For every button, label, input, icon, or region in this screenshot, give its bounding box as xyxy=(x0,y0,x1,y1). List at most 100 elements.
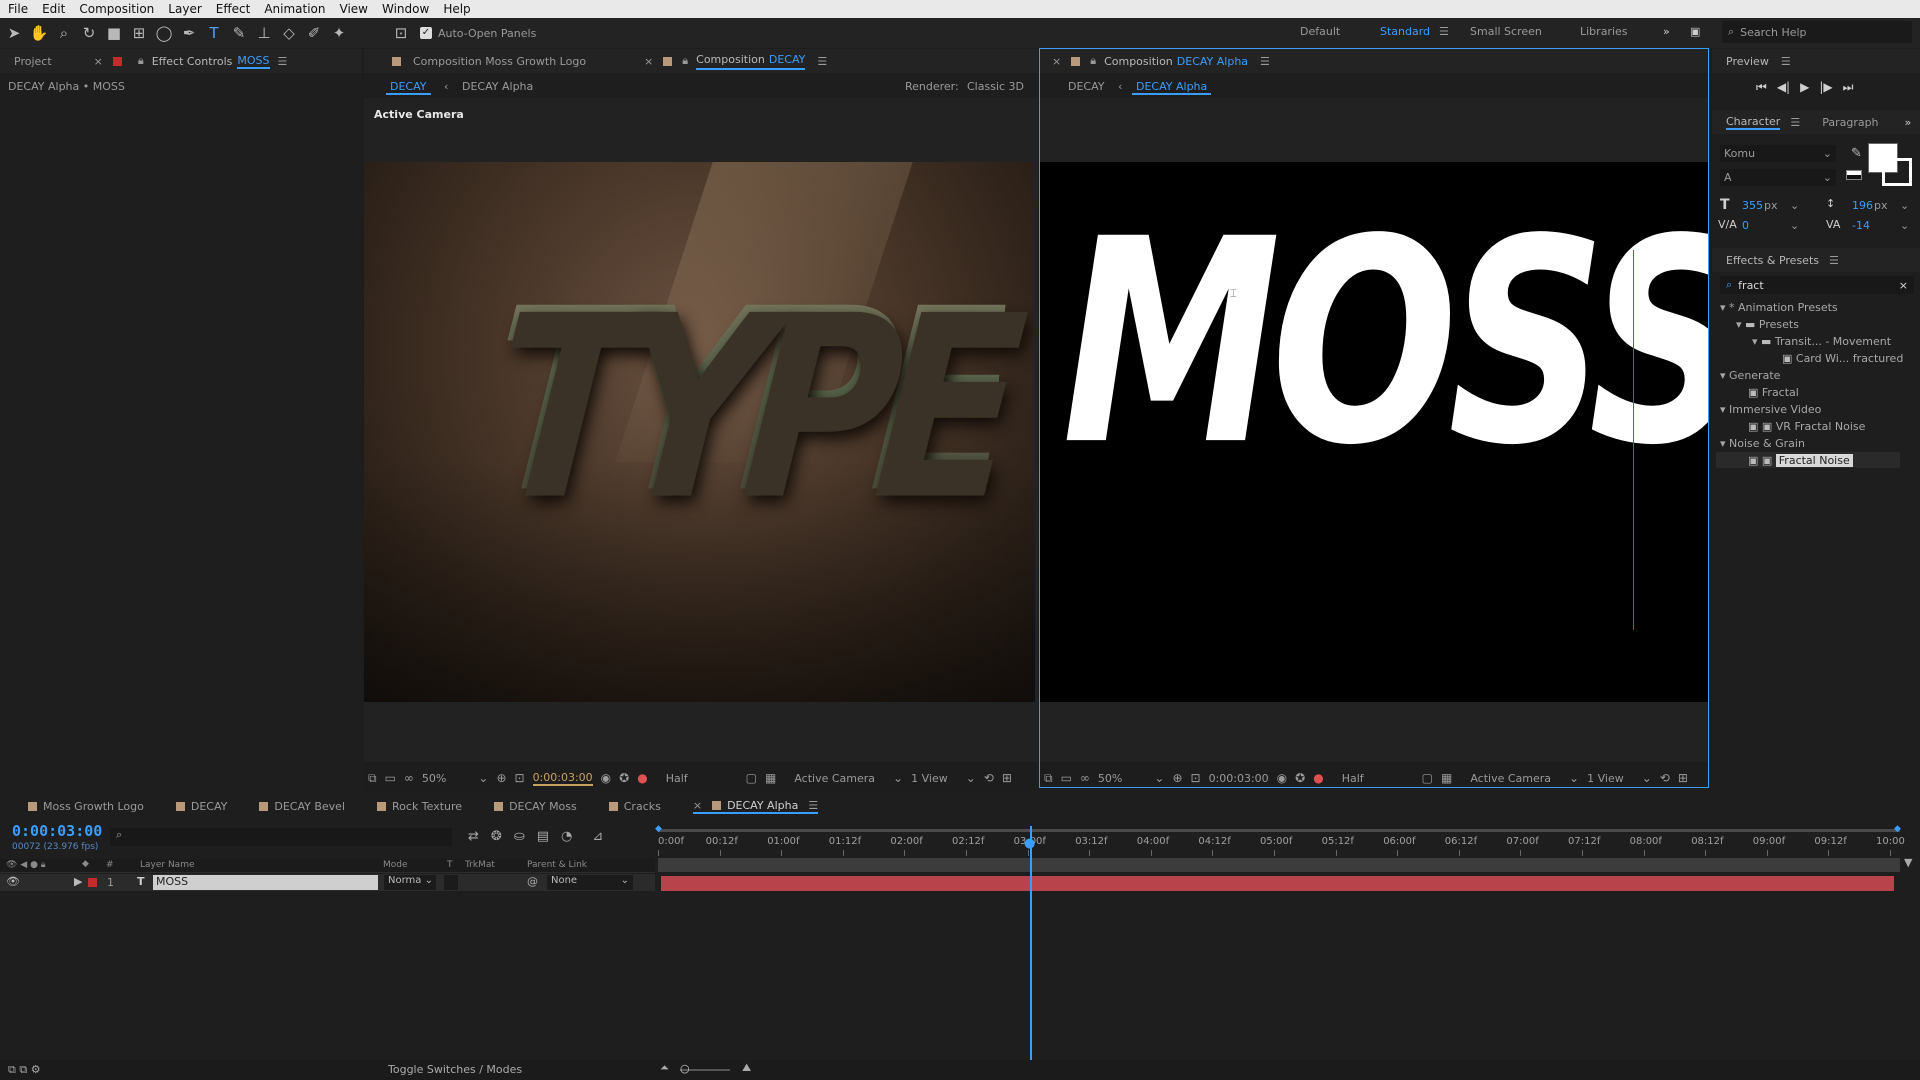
current-time[interactable]: 0:00:03:00 xyxy=(1209,772,1269,785)
fit-icon[interactable]: ⊕ xyxy=(1172,771,1182,785)
frame-blending-icon[interactable]: ▤ xyxy=(537,829,549,844)
comp2-viewer[interactable]: MOSS ⌶ xyxy=(1040,98,1708,762)
menu-edit[interactable]: Edit xyxy=(42,2,65,16)
hand-tool-icon[interactable]: ✋ xyxy=(28,22,50,44)
timeline-tab-decay-moss[interactable]: DECAY Moss xyxy=(494,800,577,813)
tree-transit-movement[interactable]: ▾ ▬ Transit... - Movement xyxy=(1752,335,1891,348)
tree-noise-grain[interactable]: ▾ Noise & Grain xyxy=(1720,437,1805,450)
timeline-tab-decay-alpha[interactable]: × DECAY Alpha ☰ xyxy=(692,799,819,814)
camera-tool-icon[interactable]: ■ xyxy=(103,22,125,44)
tree-animation-presets[interactable]: ▾ * Animation Presets xyxy=(1720,301,1838,314)
tree-immersive-video[interactable]: ▾ Immersive Video xyxy=(1720,403,1821,416)
timeline-search-field[interactable]: ⌕ xyxy=(110,828,452,846)
chevron-down-icon[interactable]: ⌄ xyxy=(1642,771,1652,785)
clone-stamp-tool-icon[interactable]: ⊥ xyxy=(253,22,275,44)
menu-view[interactable]: View xyxy=(340,2,368,16)
show-snapshot-icon[interactable]: ✪ xyxy=(619,771,629,785)
chevron-right-icon[interactable]: » xyxy=(1905,116,1912,129)
fit-icon[interactable]: ⊕ xyxy=(496,771,506,785)
workspace-small-screen[interactable]: Small Screen xyxy=(1470,25,1542,38)
checkbox-icon[interactable]: ✓ xyxy=(420,27,432,39)
breadcrumb-decay-alpha[interactable]: DECAY Alpha xyxy=(462,80,533,93)
selection-tool-icon[interactable]: ➤ xyxy=(3,22,25,44)
region-icon[interactable]: ▢ xyxy=(1422,771,1433,785)
tab-comp-moss-growth-logo[interactable]: Composition Moss Growth Logo xyxy=(413,55,586,68)
monitor-icon[interactable]: ▭ xyxy=(1061,771,1072,785)
chevron-right-icon[interactable]: » xyxy=(1663,25,1670,38)
resolution-select[interactable]: Half xyxy=(666,772,688,785)
tab-comp-decay[interactable]: Composition DECAY xyxy=(696,53,806,70)
menu-file[interactable]: File xyxy=(8,2,28,16)
graph-editor-icon[interactable]: ⊿ xyxy=(592,829,603,844)
current-time[interactable]: 0:00:03:00 xyxy=(532,771,593,786)
snapshot-icon[interactable]: ◉ xyxy=(1277,771,1287,785)
reset-exposure-icon[interactable]: ⟲ xyxy=(984,771,994,785)
timeline-end-handle-icon[interactable]: ▼ xyxy=(1904,856,1912,869)
last-frame-icon[interactable]: ⏭ xyxy=(1843,80,1854,95)
previous-frame-icon[interactable]: ◀︎| xyxy=(1777,80,1790,95)
font-size-value[interactable]: 355 xyxy=(1742,199,1763,212)
menu-help[interactable]: Help xyxy=(443,2,470,16)
tracking-value[interactable]: -14 xyxy=(1852,219,1870,232)
tree-fractal[interactable]: ▣ Fractal xyxy=(1748,386,1799,399)
region-icon[interactable]: ▢ xyxy=(746,771,757,785)
expand-arrow-icon[interactable]: ▶︎ xyxy=(74,875,82,888)
current-time-indicator[interactable] xyxy=(1030,826,1032,1060)
playhead-icon[interactable]: ● xyxy=(1024,836,1035,851)
chevron-down-icon[interactable]: ⌄ xyxy=(893,771,903,785)
timeline-timecode[interactable]: 0:00:03:00 xyxy=(12,822,102,840)
search-help-field[interactable]: ⌕ Search Help xyxy=(1722,21,1912,43)
panel-menu-icon[interactable]: ☰ xyxy=(1260,55,1270,68)
pickwhip-icon[interactable]: @ xyxy=(527,875,538,888)
tab-project[interactable]: Project xyxy=(14,55,52,68)
type-tool-icon[interactable]: T xyxy=(203,22,225,44)
menu-window[interactable]: Window xyxy=(382,2,429,16)
preserve-transparency-toggle[interactable] xyxy=(444,875,458,890)
snapshot-icon[interactable]: ◉ xyxy=(601,771,611,785)
tab-paragraph[interactable]: Paragraph xyxy=(1822,116,1878,129)
close-icon[interactable]: × xyxy=(693,799,702,812)
stroke-color-swatch[interactable] xyxy=(1882,158,1912,186)
eraser-tool-icon[interactable]: ◇ xyxy=(278,22,300,44)
tab-comp-decay-alpha[interactable]: DECAY Alpha xyxy=(1177,55,1248,68)
kerning-value[interactable]: 0 xyxy=(1742,219,1749,232)
timeline-tab-decay-bevel[interactable]: DECAY Bevel xyxy=(259,800,345,813)
always-preview-icon[interactable]: ⧉ xyxy=(368,771,377,786)
zoom-select[interactable]: 50% xyxy=(422,772,446,785)
font-family-select[interactable]: Komu ⌄ xyxy=(1720,145,1836,162)
lock-icon[interactable]: 🔒︎ xyxy=(1090,54,1096,68)
first-frame-icon[interactable]: ⏮ xyxy=(1756,80,1767,95)
draft-3d-icon[interactable]: ❂ xyxy=(491,829,502,844)
toggle-switches-modes[interactable]: Toggle Switches / Modes xyxy=(388,1063,522,1076)
comp1-viewer[interactable]: Active Camera TYPE xyxy=(364,98,1038,762)
zoom-out-icon[interactable]: ⏶ xyxy=(660,1061,669,1075)
panel-menu-icon[interactable]: ☰ xyxy=(1829,254,1839,267)
leading-value[interactable]: 196 xyxy=(1852,199,1873,212)
timeline-tab-cracks[interactable]: Cracks xyxy=(608,800,661,813)
close-icon[interactable]: × xyxy=(1052,55,1061,68)
play-icon[interactable]: ▶︎ xyxy=(1800,80,1809,95)
layer-switches-icon[interactable]: ⧉ ⧉ ⚙ xyxy=(8,1063,41,1077)
mask-icon[interactable]: ⊡ xyxy=(1191,771,1201,785)
always-preview-icon[interactable]: ⧉ xyxy=(1044,771,1053,786)
next-frame-icon[interactable]: |▶︎ xyxy=(1819,80,1832,95)
tree-presets[interactable]: ▾ ▬ Presets xyxy=(1736,318,1799,331)
menu-effect[interactable]: Effect xyxy=(216,2,251,16)
font-style-select[interactable]: A ⌄ xyxy=(1720,169,1836,186)
tree-fractal-noise[interactable]: ▣ ▣ Fractal Noise xyxy=(1748,454,1853,467)
visibility-eye-icon[interactable]: 👁︎ xyxy=(6,875,20,888)
renderer-value[interactable]: Classic 3D xyxy=(967,80,1024,93)
zoom-select[interactable]: 50% xyxy=(1098,772,1122,785)
menu-layer[interactable]: Layer xyxy=(168,2,201,16)
tree-generate[interactable]: ▾ Generate xyxy=(1720,369,1780,382)
transparency-grid-icon[interactable]: ▦ xyxy=(1441,771,1452,785)
chevron-down-icon[interactable]: ⌄ xyxy=(1790,219,1799,232)
panel-menu-icon[interactable]: ☰ xyxy=(817,55,827,68)
timeline-tab-decay[interactable]: DECAY xyxy=(175,800,227,813)
pan-behind-tool-icon[interactable]: ⊞ xyxy=(128,22,150,44)
vr-icon[interactable]: ∞ xyxy=(1080,771,1090,785)
puppet-tool-icon[interactable]: ✦ xyxy=(328,22,350,44)
rotate-tool-icon[interactable]: ↻ xyxy=(78,22,100,44)
lock-icon[interactable]: 🔒︎ xyxy=(682,54,688,68)
work-area-start-icon[interactable]: ◆ xyxy=(655,824,662,834)
